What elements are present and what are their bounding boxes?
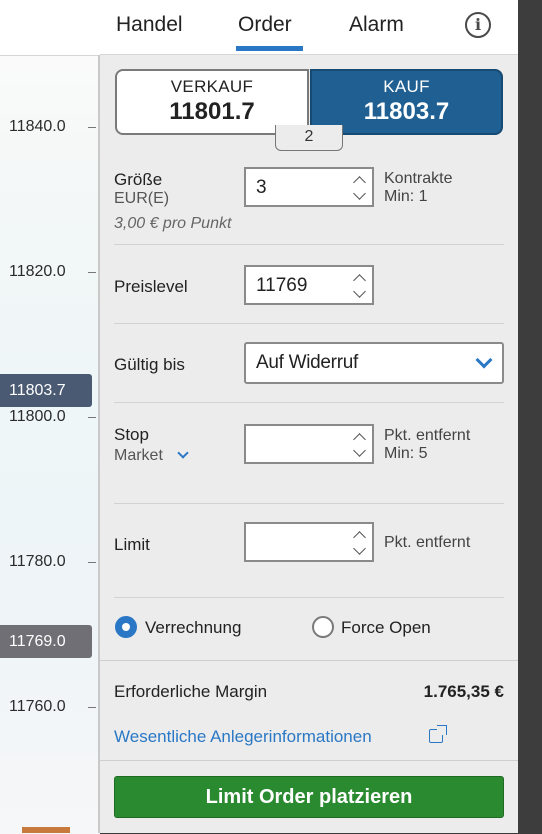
info-icon[interactable]: i <box>465 12 491 38</box>
order-level-tag[interactable]: 11769.0 <box>0 625 92 658</box>
stop-unit: Pkt. entfernt <box>384 427 471 444</box>
decrement-icon[interactable] <box>353 542 367 556</box>
force-open-label[interactable]: Force Open <box>341 618 431 638</box>
y-tick-mark <box>88 562 96 563</box>
verrechnung-radio[interactable] <box>115 616 137 638</box>
divider <box>114 323 504 324</box>
stop-unit-note: Pkt. entfernt Min: 5 <box>384 427 470 463</box>
size-currency: EUR(E) <box>114 190 170 207</box>
divider <box>100 660 518 661</box>
stop-distance-stepper[interactable] <box>244 424 374 464</box>
scrollbar[interactable] <box>518 0 542 833</box>
increment-icon[interactable] <box>353 529 367 544</box>
stop-min: Min: 5 <box>384 445 428 462</box>
chart-marker <box>22 827 70 833</box>
y-tick-label: 11820.0 <box>9 263 66 280</box>
y-tick-label: 11780.0 <box>9 553 66 570</box>
size-unit: Kontrakte <box>384 170 453 187</box>
size-value: 3 <box>256 177 267 198</box>
tab-order[interactable]: Order <box>238 13 292 37</box>
y-tick-mark <box>88 272 96 273</box>
limit-unit: Pkt. entfernt <box>384 534 471 551</box>
force-open-radio[interactable] <box>312 616 334 638</box>
sell-price: 11801.7 <box>169 98 255 125</box>
price-level-stepper[interactable]: 11769 <box>244 265 374 305</box>
verrechnung-label[interactable]: Verrechnung <box>145 618 241 638</box>
stop-label: Stop <box>114 425 149 444</box>
y-tick-label: 11840.0 <box>9 118 66 135</box>
valid-until-label: Gültig bis <box>114 355 185 374</box>
size-min: Min: 1 <box>384 188 428 205</box>
size-unit-note: Kontrakte Min: 1 <box>384 170 452 206</box>
divider <box>114 402 504 403</box>
increment-icon[interactable] <box>353 174 367 189</box>
current-price-tag: 11803.7 <box>0 374 92 407</box>
y-tick-label: 11800.0 <box>9 408 66 425</box>
sell-label: VERKAUF <box>170 77 254 96</box>
divider <box>114 244 504 245</box>
decrement-icon[interactable] <box>353 187 367 201</box>
divider <box>114 597 504 598</box>
price-level-value: 11769 <box>256 275 308 296</box>
place-order-button[interactable]: Limit Order platzieren <box>114 776 504 818</box>
limit-label: Limit <box>114 535 150 554</box>
margin-label: Erforderliche Margin <box>114 682 268 701</box>
buy-label: KAUF <box>383 77 430 96</box>
price-chart[interactable] <box>0 55 100 834</box>
stop-type-dropdown[interactable]: Market <box>114 447 163 465</box>
valid-until-select[interactable]: Auf Widerruf <box>244 342 504 384</box>
size-stepper[interactable]: 3 <box>244 167 374 207</box>
price-level-label: Preislevel <box>114 277 188 296</box>
decrement-icon[interactable] <box>353 285 367 299</box>
per-point-hint: 3,00 € pro Punkt <box>114 215 232 232</box>
valid-until-value: Auf Widerruf <box>256 352 358 373</box>
order-panel: VERKAUF 11801.7 KAUF 11803.7 2 Größe EUR… <box>100 55 518 833</box>
y-tick-label: 11760.0 <box>9 698 66 715</box>
tab-alarm[interactable]: Alarm <box>349 13 404 37</box>
margin-value: 1.765,35 € <box>423 682 504 701</box>
divider <box>114 503 504 504</box>
decrement-icon[interactable] <box>353 444 367 458</box>
tab-handel[interactable]: Handel <box>116 13 183 37</box>
chevron-down-icon <box>475 351 493 369</box>
increment-icon[interactable] <box>353 272 367 287</box>
tab-bar: Handel Order Alarm i <box>100 0 518 55</box>
trading-app: 11840.0 11820.0 11800.0 11780.0 11760.0 … <box>0 0 518 834</box>
external-link-icon[interactable] <box>429 725 447 743</box>
y-tick-mark <box>88 127 96 128</box>
spread-badge: 2 <box>275 125 343 151</box>
active-tab-indicator <box>236 46 303 51</box>
y-tick-mark <box>88 707 96 708</box>
buy-price: 11803.7 <box>363 98 450 125</box>
increment-icon[interactable] <box>353 431 367 446</box>
limit-distance-stepper[interactable] <box>244 522 374 562</box>
size-label: Größe <box>114 170 163 189</box>
kid-link[interactable]: Wesentliche Anlegerinformationen <box>114 727 372 747</box>
divider <box>100 760 518 761</box>
y-tick-mark <box>88 417 96 418</box>
chevron-down-icon[interactable] <box>177 447 189 459</box>
